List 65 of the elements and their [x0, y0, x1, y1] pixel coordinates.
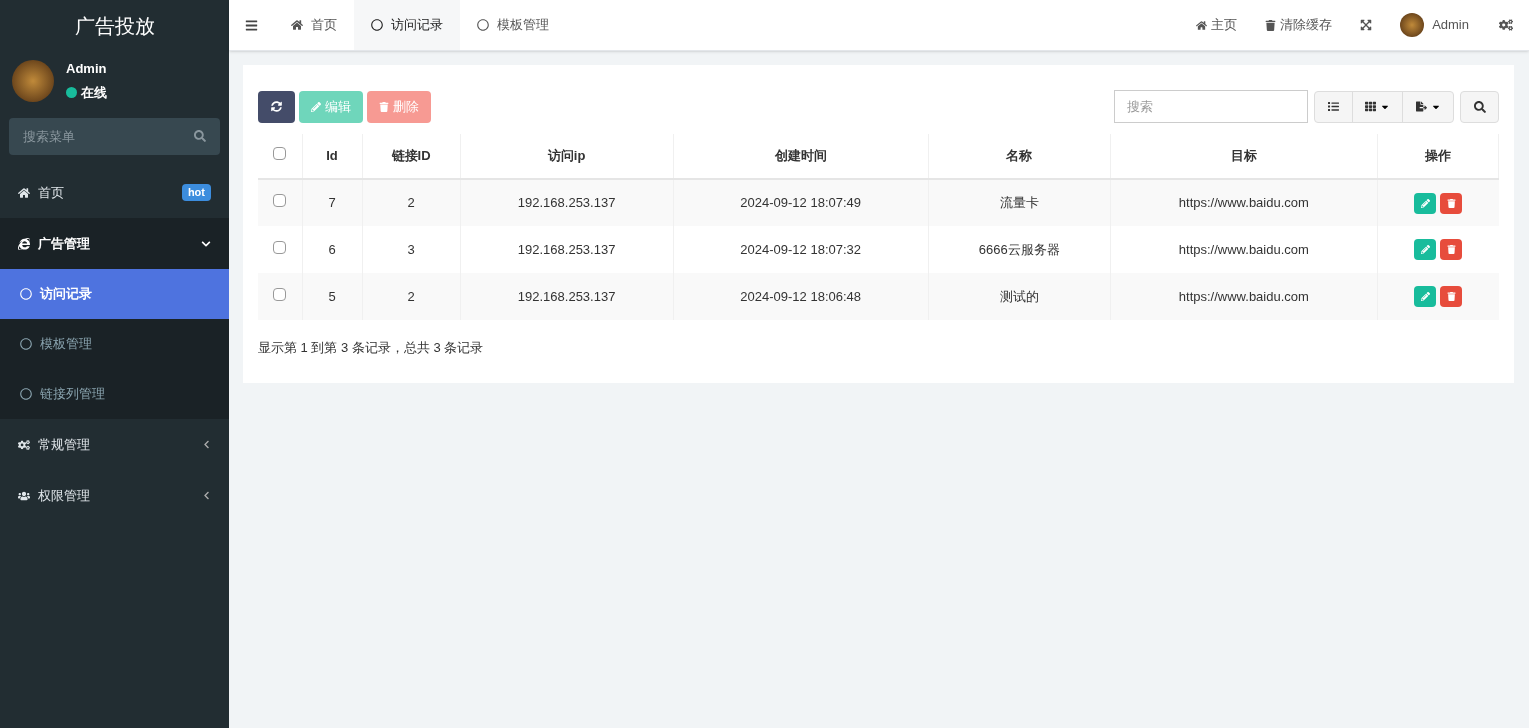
pencil-icon — [1420, 198, 1430, 208]
clear-cache-link[interactable]: 清除缓存 — [1251, 15, 1347, 35]
column-header: 名称 — [928, 134, 1111, 179]
refresh-icon — [271, 101, 282, 112]
delete-row-button[interactable] — [1440, 192, 1463, 214]
avatar — [1400, 13, 1425, 37]
trash-icon — [1265, 19, 1277, 31]
pencil-icon — [1420, 292, 1430, 301]
column-header: Id — [302, 134, 363, 179]
user-name: Admin — [66, 60, 107, 78]
search-icon — [1473, 100, 1486, 113]
fullscreen-icon[interactable] — [1360, 19, 1373, 31]
checkbox[interactable] — [273, 194, 287, 208]
edit-row-button[interactable] — [1414, 286, 1437, 307]
trash-icon — [379, 101, 389, 112]
table-cell: 5 — [302, 273, 363, 320]
submenu-item[interactable]: 链接列管理 — [0, 369, 229, 419]
checkbox[interactable] — [273, 240, 287, 254]
edit-row-button[interactable] — [1414, 239, 1437, 260]
trash-icon — [1446, 198, 1456, 208]
user-menu[interactable]: Admin — [1386, 13, 1483, 37]
table-cell: 测试的 — [928, 273, 1111, 320]
table-cell: 2 — [362, 273, 461, 320]
table-cell: https://www.baidu.com — [1110, 273, 1378, 320]
delete-row-button[interactable] — [1440, 239, 1463, 260]
home-link[interactable]: 主页 — [1182, 15, 1252, 35]
app-title: 广告投放 — [73, 13, 156, 39]
list-icon — [1328, 101, 1339, 112]
trash-icon — [1446, 245, 1456, 254]
search-icon — [194, 130, 206, 142]
sidebar-item[interactable]: 权限管理 — [0, 470, 229, 521]
nav-tab[interactable]: 访问记录 — [354, 0, 460, 50]
avatar — [12, 59, 54, 102]
nav-tab[interactable]: 首页 — [274, 0, 354, 50]
column-header: 访问ip — [460, 134, 674, 179]
checkbox[interactable] — [273, 287, 287, 301]
pencil-icon — [311, 101, 321, 112]
edit-row-button[interactable] — [1414, 192, 1437, 214]
column-header: 链接ID — [362, 134, 461, 179]
nav-tab[interactable]: 模板管理 — [460, 0, 566, 50]
status-text: 在线 — [81, 83, 107, 102]
column-header: 创建时间 — [673, 134, 929, 179]
submenu-item[interactable]: 访问记录 — [0, 269, 229, 319]
checkbox[interactable] — [273, 147, 287, 161]
column-header: 操作 — [1377, 134, 1499, 179]
sidebar-item[interactable]: 首页 hot — [0, 167, 229, 218]
settings-icon[interactable] — [1499, 18, 1513, 32]
submenu-item[interactable]: 模板管理 — [0, 319, 229, 369]
pencil-icon — [1420, 245, 1430, 254]
search-button[interactable] — [1460, 90, 1499, 123]
hot-badge: hot — [181, 184, 211, 201]
home-icon — [291, 19, 303, 31]
search-field[interactable]: 搜索 — [1114, 90, 1308, 123]
delete-row-button[interactable] — [1440, 286, 1463, 307]
grid-icon — [1365, 101, 1376, 112]
export-icon — [1415, 101, 1427, 112]
refresh-button[interactable] — [258, 90, 295, 123]
trash-icon — [1446, 292, 1456, 301]
home-icon — [1196, 19, 1208, 31]
menu-search-field[interactable]: 搜索菜单 — [9, 118, 220, 155]
column-header: 目标 — [1110, 134, 1378, 179]
sidebar-item[interactable]: 常规管理 — [0, 419, 229, 470]
table-cell: 2024-09-12 18:06:48 — [673, 273, 929, 320]
pagination-summary: 显示第 1 到第 3 条记录，总共 3 条记录 — [258, 339, 485, 357]
table-cell: 192.168.253.137 — [460, 273, 674, 320]
